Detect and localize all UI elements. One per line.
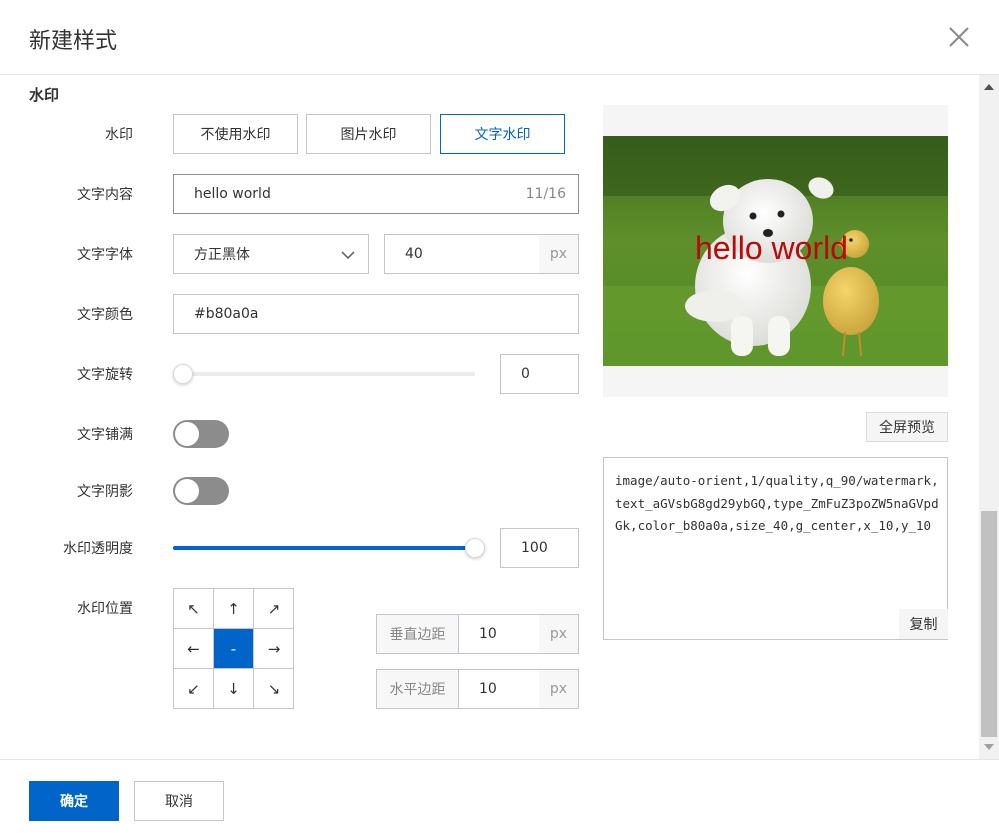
position-left[interactable]: ← — [174, 629, 214, 669]
vertical-margin-unit: px — [539, 614, 579, 654]
font-size-unit: px — [539, 234, 579, 274]
watermark-preview: hello world — [603, 105, 948, 397]
text-content-value: hello world — [194, 186, 271, 202]
opacity-input[interactable]: 100 — [500, 528, 579, 568]
vertical-margin-label: 垂直边距 — [376, 614, 459, 654]
rotate-slider-track[interactable] — [174, 372, 475, 376]
position-center[interactable]: - — [214, 629, 254, 669]
dialog-title: 新建样式 — [29, 29, 118, 54]
text-shadow-toggle[interactable] — [173, 477, 229, 505]
position-bottom[interactable]: ↓ — [214, 669, 254, 709]
text-color-label: 文字颜色 — [77, 307, 133, 323]
text-watermark-option[interactable]: 文字水印 — [440, 114, 565, 154]
cancel-button[interactable]: 取消 — [134, 781, 224, 821]
text-fill-toggle[interactable] — [173, 420, 229, 448]
text-rotate-label: 文字旋转 — [77, 367, 133, 383]
copy-button[interactable]: 复制 — [899, 609, 948, 639]
horizontal-margin-value: 10 — [479, 681, 497, 697]
dialog-body: 水印 水印 不使用水印 图片水印 文字水印 文字内容 hello world 1… — [0, 75, 999, 759]
position-grid: ↖ ↑ ↗ ← - → ↙ ↓ ↘ — [173, 588, 294, 709]
watermark-type-label: 水印 — [105, 127, 133, 143]
style-code-box[interactable]: image/auto-orient,1/quality,q_90/waterma… — [603, 457, 948, 640]
horizontal-margin-input[interactable]: 10 — [458, 669, 540, 709]
position-label: 水印位置 — [77, 601, 133, 617]
position-right[interactable]: → — [254, 629, 294, 669]
rotate-input[interactable]: 0 — [500, 354, 579, 394]
opacity-label: 水印透明度 — [63, 541, 133, 557]
position-top-left[interactable]: ↖ — [174, 589, 214, 629]
opacity-slider-thumb[interactable] — [465, 538, 485, 558]
text-color-value: #b80a0a — [194, 306, 259, 322]
horizontal-margin-unit: px — [539, 669, 579, 709]
font-size-input[interactable]: 40 — [384, 234, 540, 274]
vertical-margin-input[interactable]: 10 — [458, 614, 540, 654]
no-watermark-option[interactable]: 不使用水印 — [173, 114, 298, 154]
rotate-slider-thumb[interactable] — [173, 364, 193, 384]
dialog-header: 新建样式 — [0, 0, 999, 75]
text-font-label: 文字字体 — [77, 247, 133, 263]
text-color-input[interactable]: #b80a0a — [173, 294, 579, 334]
position-bottom-left[interactable]: ↙ — [174, 669, 214, 709]
style-code-text: image/auto-orient,1/quality,q_90/waterma… — [615, 473, 939, 533]
scroll-down-icon[interactable] — [984, 744, 994, 750]
position-top-right[interactable]: ↗ — [254, 589, 294, 629]
position-top[interactable]: ↑ — [214, 589, 254, 629]
text-fill-label: 文字铺满 — [77, 427, 133, 443]
text-content-label: 文字内容 — [77, 187, 133, 203]
font-size-value: 40 — [405, 246, 423, 262]
scrollbar[interactable] — [979, 75, 999, 759]
close-icon[interactable] — [946, 24, 972, 50]
text-content-input[interactable]: hello world 11/16 — [173, 174, 579, 214]
text-shadow-label: 文字阴影 — [77, 484, 133, 500]
chevron-down-icon — [341, 251, 355, 260]
scrollbar-thumb[interactable] — [981, 511, 997, 737]
toggle-knob — [175, 479, 199, 503]
preview-watermark-text: hello world — [695, 230, 848, 266]
rotate-value: 0 — [521, 366, 530, 382]
opacity-slider-fill — [173, 546, 475, 550]
position-bottom-right[interactable]: ↘ — [254, 669, 294, 709]
opacity-value: 100 — [521, 540, 548, 556]
toggle-knob — [175, 422, 199, 446]
vertical-margin-value: 10 — [479, 626, 497, 642]
scroll-up-icon[interactable] — [984, 84, 994, 90]
section-title: 水印 — [29, 86, 60, 104]
image-watermark-option[interactable]: 图片水印 — [306, 114, 431, 154]
font-select[interactable]: 方正黑体 — [173, 234, 369, 274]
preview-image: hello world — [603, 136, 948, 366]
horizontal-margin-label: 水平边距 — [376, 669, 459, 709]
char-counter: 11/16 — [525, 186, 566, 202]
confirm-button[interactable]: 确定 — [29, 781, 119, 821]
fullscreen-preview-button[interactable]: 全屏预览 — [866, 412, 948, 442]
font-select-value: 方正黑体 — [194, 247, 250, 263]
dialog-footer: 确定 取消 — [0, 759, 999, 833]
